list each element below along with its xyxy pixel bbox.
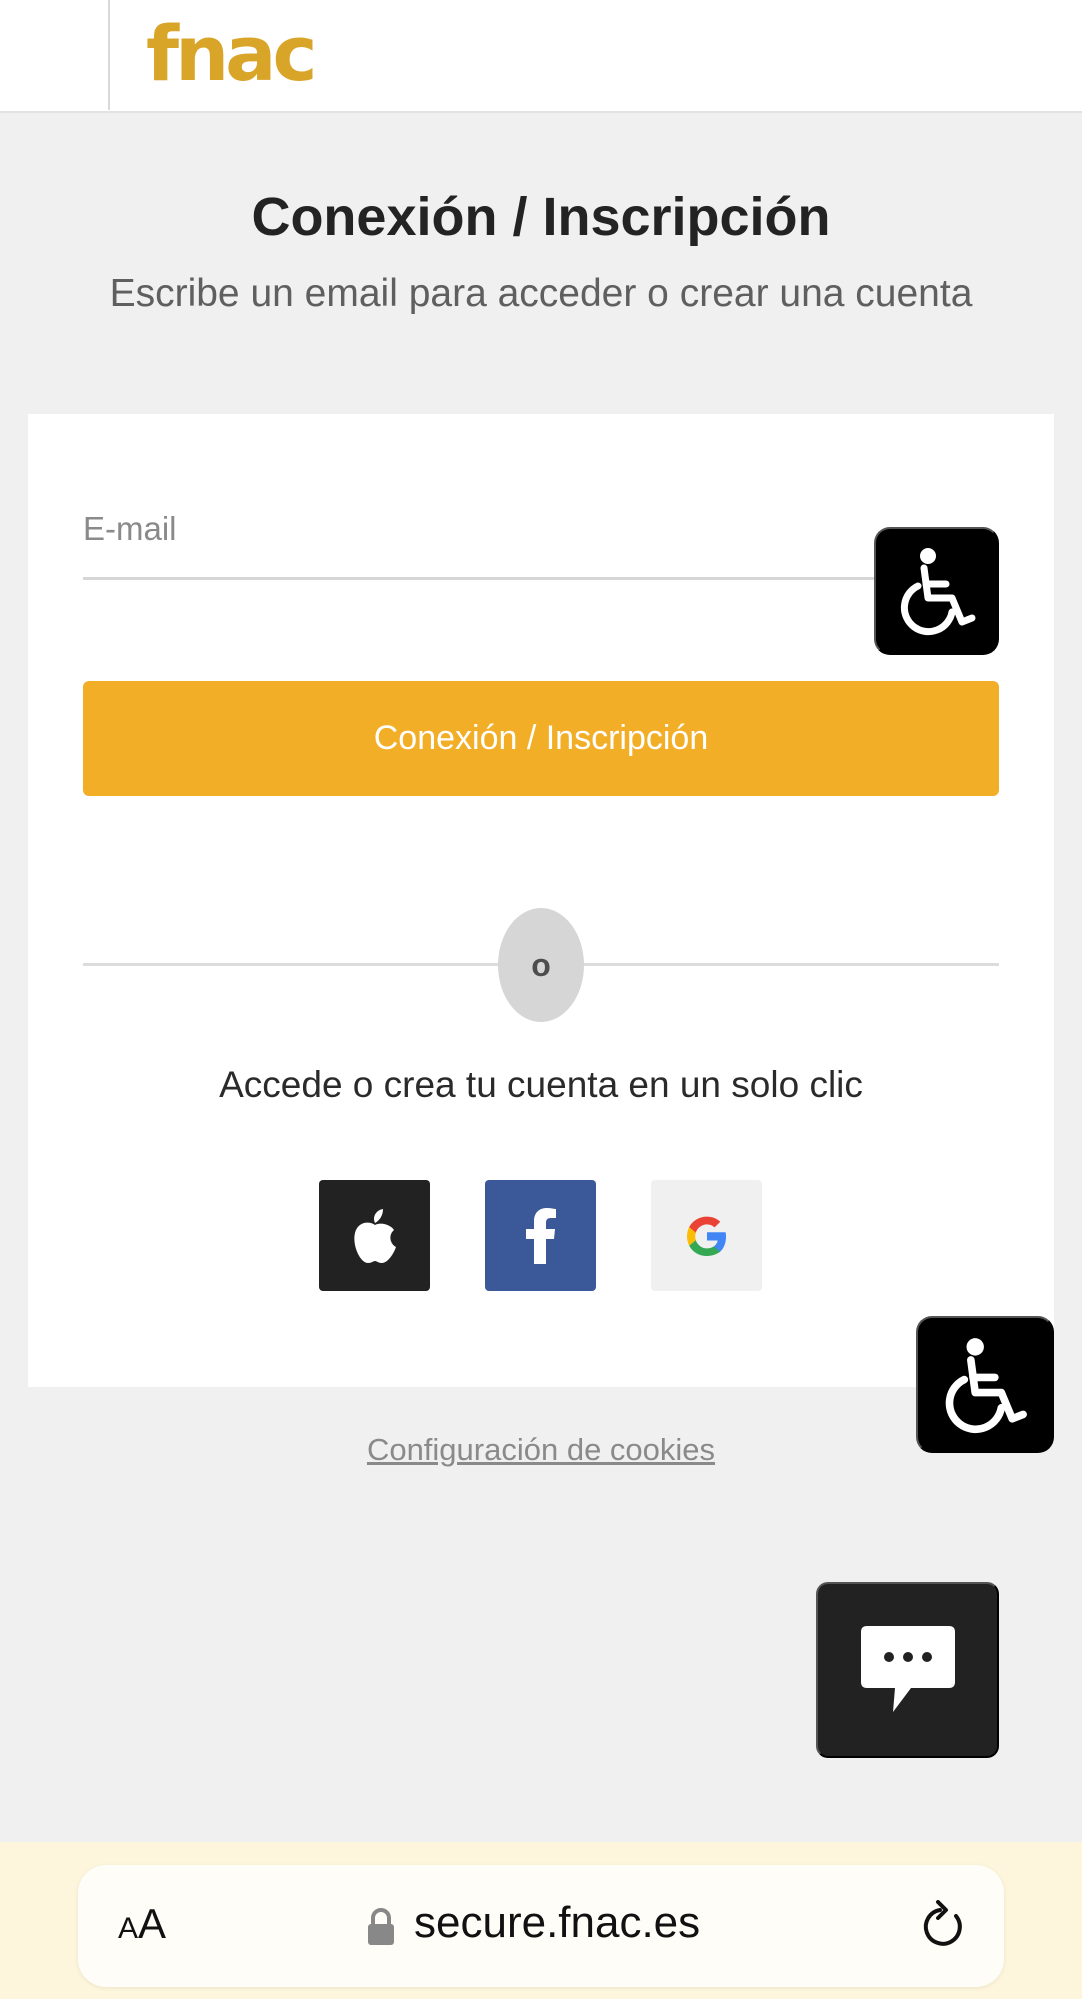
apple-login-button[interactable] bbox=[319, 1180, 430, 1291]
chat-bubble-icon bbox=[860, 1626, 955, 1712]
text-size-small-glyph: A bbox=[118, 1912, 139, 1945]
text-size-large-glyph: A bbox=[138, 1900, 167, 1947]
social-login-text: Accede o crea tu cuenta en un solo clic bbox=[219, 1064, 863, 1105]
wheelchair-icon bbox=[945, 1337, 1027, 1433]
email-field[interactable] bbox=[83, 500, 998, 580]
lock-icon bbox=[368, 1908, 394, 1945]
page-subtitle: Escribe un email para acceder o crear un… bbox=[109, 272, 973, 315]
chat-button[interactable] bbox=[816, 1582, 999, 1758]
google-login-button[interactable] bbox=[651, 1180, 762, 1291]
url-text: secure.fnac.es bbox=[414, 1898, 701, 1947]
fnac-logo[interactable]: fnac bbox=[146, 16, 318, 92]
apple-icon bbox=[353, 1208, 396, 1263]
wheelchair-icon bbox=[900, 548, 975, 636]
text-size-button[interactable]: AA bbox=[118, 1900, 166, 1948]
facebook-login-button[interactable] bbox=[485, 1180, 596, 1291]
page-title: Conexión / Inscripción bbox=[251, 187, 831, 247]
header-divider bbox=[108, 0, 110, 110]
login-register-button[interactable]: Conexión / Inscripción bbox=[83, 681, 999, 796]
separator-or-badge: o bbox=[498, 908, 584, 1022]
accessibility-button[interactable] bbox=[874, 527, 999, 655]
reload-icon[interactable] bbox=[920, 1900, 966, 1950]
google-icon bbox=[686, 1216, 726, 1256]
accessibility-button-secondary[interactable] bbox=[916, 1316, 1054, 1453]
facebook-icon bbox=[525, 1207, 556, 1264]
site-header: fnac bbox=[0, 0, 1082, 113]
